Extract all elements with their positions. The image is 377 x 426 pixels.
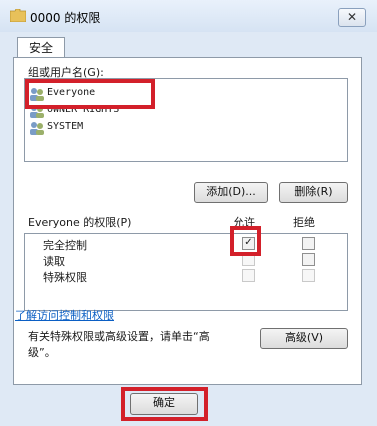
learn-access-control-link[interactable]: 了解访问控制和权限 (15, 307, 114, 323)
permissions-label: Everyone 的权限(P) (28, 216, 132, 229)
tab-security[interactable]: 安全 (17, 37, 65, 59)
everyone-highlight (25, 79, 155, 109)
close-button[interactable]: ✕ (338, 8, 366, 27)
add-button[interactable]: 添加(D)... (194, 182, 268, 203)
read-deny-checkbox[interactable] (302, 253, 315, 266)
advanced-hint-line1: 有关特殊权限或高级设置，请单击“高 (28, 330, 210, 343)
special-allow-checkbox[interactable] (242, 269, 255, 282)
permission-name: 完全控制 (43, 239, 87, 252)
permission-name: 特殊权限 (43, 271, 87, 284)
permission-row-read: 读取 (25, 252, 347, 268)
deny-header: 拒绝 (293, 216, 315, 229)
users-icon (30, 122, 44, 135)
user-name: SYSTEM (47, 121, 84, 132)
permissions-dialog: 0000 的权限 ✕ 安全 组或用户名(G): Everyone OWNER R… (0, 0, 377, 426)
permissions-list: 完全控制 ✓ 读取 特殊权限 (24, 233, 348, 311)
full-control-deny-checkbox[interactable] (302, 237, 315, 250)
remove-button[interactable]: 删除(R) (279, 182, 348, 203)
permission-name: 读取 (43, 255, 65, 268)
folder-icon (10, 9, 26, 22)
window-title: 0000 的权限 (30, 11, 101, 25)
permission-row-full-control: 完全控制 ✓ (25, 236, 347, 252)
ok-highlight (121, 387, 208, 421)
advanced-hint-line2: 级”。 (28, 346, 56, 359)
title-bar: 0000 的权限 ✕ (0, 0, 377, 32)
special-deny-checkbox[interactable] (302, 269, 315, 282)
allow-highlight (230, 226, 261, 256)
advanced-button[interactable]: 高级(V) (260, 328, 348, 349)
permission-row-special: 特殊权限 (25, 268, 347, 284)
